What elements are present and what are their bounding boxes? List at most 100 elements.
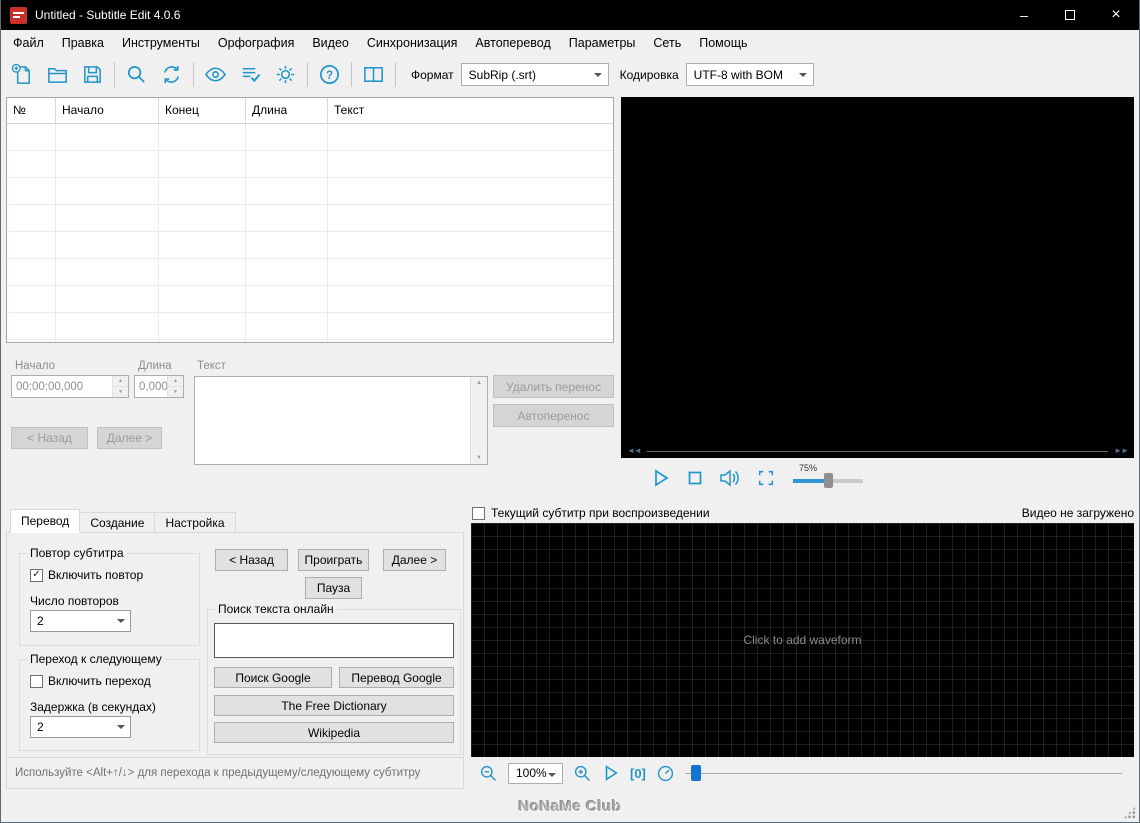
table-row[interactable] — [7, 178, 613, 205]
repeat-count-select[interactable]: 2 — [30, 610, 131, 632]
back-button[interactable]: < Назад — [215, 549, 288, 571]
free-dictionary-button[interactable]: The Free Dictionary — [214, 695, 454, 716]
text-label: Текст — [197, 360, 226, 372]
visual-sync-button[interactable] — [198, 59, 233, 91]
waveform-toprow: Текущий субтитр при воспроизведении Виде… — [472, 504, 1134, 522]
menu-item-spelling[interactable]: Орфография — [209, 30, 303, 56]
stop-icon[interactable] — [687, 470, 703, 486]
menu-item-synchronization[interactable]: Синхронизация — [358, 30, 467, 56]
maximize-button[interactable] — [1047, 0, 1093, 30]
search-text-input[interactable] — [214, 623, 454, 658]
replace-button[interactable] — [154, 59, 189, 91]
start-time-spinner[interactable]: ▲ ▼ — [112, 376, 128, 397]
fix-errors-button[interactable] — [233, 59, 268, 91]
remove-linebreak-button[interactable]: Удалить перенос — [493, 375, 614, 398]
text-scrollbar[interactable]: ▲ ▼ — [470, 377, 487, 464]
duration-input[interactable]: 0,000 ▲ ▼ — [134, 375, 184, 398]
play-icon[interactable] — [651, 468, 671, 488]
column-header-duration[interactable]: Длина — [246, 98, 328, 123]
subtitle-text-area[interactable]: ▲ ▼ — [194, 376, 488, 465]
checkbox-checked-icon[interactable] — [30, 568, 43, 582]
show-subtitle-checkbox[interactable] — [472, 506, 485, 520]
waveform-area[interactable]: Click to add waveform — [471, 523, 1134, 757]
video-seek-bar[interactable]: ◄◄ ►► — [621, 444, 1134, 458]
wikipedia-button[interactable]: Wikipedia — [214, 722, 454, 743]
menu-item-file[interactable]: Файл — [4, 30, 53, 56]
encoding-select[interactable]: UTF-8 with BOM — [685, 63, 814, 86]
toolbar: ? Формат SubRip (.srt) Кодировка UTF-8 w… — [1, 56, 1139, 93]
column-header-end[interactable]: Конец — [159, 98, 246, 123]
save-button[interactable] — [75, 59, 110, 91]
table-row[interactable] — [7, 313, 613, 340]
prev-subtitle-button[interactable]: < Назад — [11, 427, 88, 449]
google-translate-button[interactable]: Перевод Google — [339, 667, 454, 688]
zoom-in-icon[interactable] — [573, 764, 592, 783]
menu-item-network[interactable]: Сеть — [644, 30, 690, 56]
zoom-out-icon[interactable] — [479, 764, 498, 783]
volume-slider[interactable]: 75% — [793, 463, 871, 491]
play-current-button[interactable]: Проиграть — [298, 549, 369, 571]
tab-adjust[interactable]: Настройка — [154, 512, 236, 533]
start-time-input[interactable]: 00:00:00,000 ▲ ▼ — [11, 375, 129, 398]
minimize-button[interactable]: – — [1001, 0, 1047, 30]
menu-item-tools[interactable]: Инструменты — [113, 30, 209, 56]
autobreak-button[interactable]: Автоперенос — [493, 404, 614, 427]
volume-icon[interactable] — [719, 468, 741, 488]
close-button[interactable]: × — [1093, 0, 1139, 30]
volume-thumb[interactable] — [823, 472, 833, 488]
checkbox-unchecked-icon[interactable] — [30, 674, 43, 688]
position-slider[interactable] — [684, 765, 1122, 781]
waveform-play-icon[interactable] — [602, 764, 620, 782]
spin-up-icon[interactable]: ▲ — [113, 376, 128, 387]
seek-forward-icon[interactable]: ►► — [1114, 447, 1129, 455]
scroll-down-icon[interactable]: ▼ — [476, 455, 482, 461]
table-row[interactable] — [7, 259, 613, 286]
goto-checkbox-row[interactable]: Включить переход — [30, 674, 151, 688]
table-row[interactable] — [7, 124, 613, 151]
next-button[interactable]: Далее > — [383, 549, 446, 571]
new-file-button[interactable] — [5, 59, 40, 91]
position-thumb[interactable] — [690, 765, 701, 781]
find-button[interactable] — [119, 59, 154, 91]
column-header-number[interactable]: № — [7, 98, 56, 123]
table-row[interactable] — [7, 205, 613, 232]
volume-track[interactable] — [793, 472, 863, 488]
table-row[interactable] — [7, 286, 613, 313]
menu-item-video[interactable]: Видео — [303, 30, 358, 56]
help-button[interactable]: ? — [312, 59, 347, 91]
scroll-up-icon[interactable]: ▲ — [476, 380, 482, 386]
subtitle-list[interactable]: № Начало Конец Длина Текст — [6, 97, 614, 343]
table-row[interactable] — [7, 232, 613, 259]
repeat-checkbox-row[interactable]: Включить повтор — [30, 568, 143, 582]
spin-down-icon[interactable]: ▼ — [113, 387, 128, 397]
seek-track[interactable] — [646, 450, 1109, 452]
video-display[interactable] — [621, 97, 1134, 444]
google-search-button[interactable]: Поиск Google — [214, 667, 332, 688]
open-file-button[interactable] — [40, 59, 75, 91]
fullscreen-icon[interactable] — [757, 469, 775, 487]
zoom-level-select[interactable]: 100% — [508, 762, 563, 784]
column-header-start[interactable]: Начало — [56, 98, 159, 123]
duration-spinner[interactable]: ▲ ▼ — [167, 376, 183, 397]
seek-back-icon[interactable]: ◄◄ — [627, 447, 642, 455]
table-row[interactable] — [7, 151, 613, 178]
center-position-button[interactable]: [0] — [630, 766, 646, 781]
next-subtitle-button[interactable]: Далее > — [97, 427, 162, 449]
pause-button[interactable]: Пауза — [305, 577, 362, 599]
layout-button[interactable] — [356, 59, 391, 91]
menu-item-help[interactable]: Помощь — [690, 30, 756, 56]
format-select[interactable]: SubRip (.srt) — [460, 63, 609, 86]
delay-select[interactable]: 2 — [30, 716, 131, 738]
table-row[interactable] — [7, 340, 613, 342]
tab-create[interactable]: Создание — [79, 512, 156, 533]
playback-speed-icon[interactable] — [656, 764, 675, 783]
menu-item-options[interactable]: Параметры — [560, 30, 645, 56]
spin-up-icon[interactable]: ▲ — [168, 376, 183, 387]
column-header-text[interactable]: Текст — [328, 98, 613, 123]
spin-down-icon[interactable]: ▼ — [168, 387, 183, 397]
tab-translate[interactable]: Перевод — [10, 509, 81, 533]
menu-item-autotranslate[interactable]: Автоперевод — [466, 30, 559, 56]
menu-item-edit[interactable]: Правка — [53, 30, 113, 56]
gear-icon — [276, 65, 295, 84]
settings-button[interactable] — [268, 59, 303, 91]
